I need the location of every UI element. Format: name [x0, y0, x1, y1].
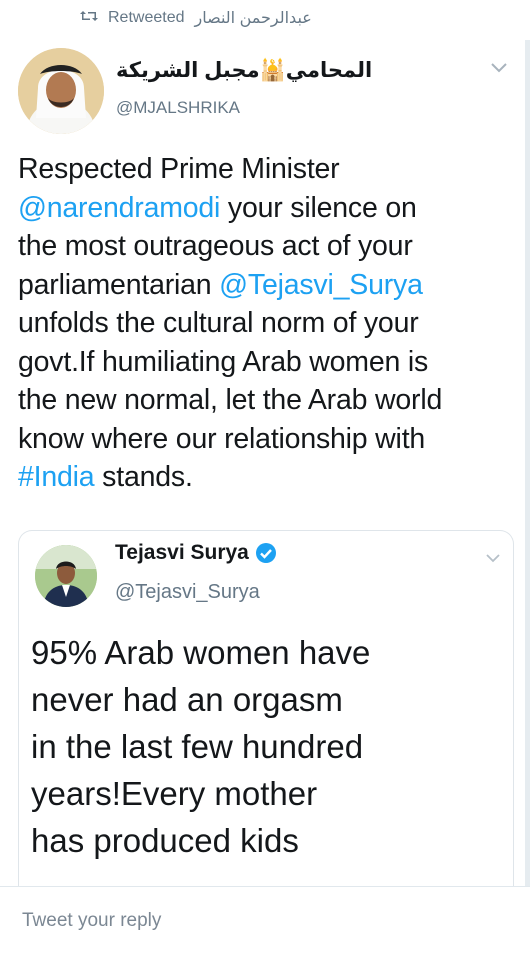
- verified-badge-icon: [255, 543, 276, 563]
- quoted-tweet-card[interactable]: Tejasvi Surya @Tejasvi_Surya 95% Arab wo…: [18, 530, 514, 891]
- quoted-user-handle[interactable]: @Tejasvi_Surya: [115, 581, 260, 604]
- quoted-display-name[interactable]: Tejasvi Surya: [115, 541, 277, 565]
- mention-link[interactable]: @narendramodi: [18, 192, 220, 224]
- retweet-label: Retweeted: [108, 9, 185, 26]
- user-handle[interactable]: @MJALSHRIKA: [116, 98, 240, 118]
- retweeted-by-name[interactable]: عبدالرحمن النصار: [195, 8, 312, 28]
- reply-input[interactable]: [20, 909, 424, 933]
- quoted-tweet-text: 95% Arab women have never had an orgasm …: [31, 634, 371, 859]
- chevron-down-icon[interactable]: [490, 62, 508, 74]
- avatar[interactable]: [18, 48, 104, 134]
- retweet-context: Retweeted عبدالرحمن النصار: [80, 8, 312, 28]
- mention-link[interactable]: @Tejasvi_Surya: [219, 269, 423, 301]
- scroll-edge: [525, 40, 530, 960]
- chevron-down-icon[interactable]: [485, 553, 501, 563]
- quoted-avatar[interactable]: [35, 545, 97, 607]
- user-display-name[interactable]: المحامي🕌مجبل الشريكة: [116, 58, 372, 83]
- retweet-icon: [80, 9, 98, 28]
- tweet-text: Respected Prime Minister @narendramodi y…: [18, 153, 443, 493]
- hashtag-link[interactable]: #India: [18, 461, 95, 493]
- reply-composer: [0, 886, 530, 961]
